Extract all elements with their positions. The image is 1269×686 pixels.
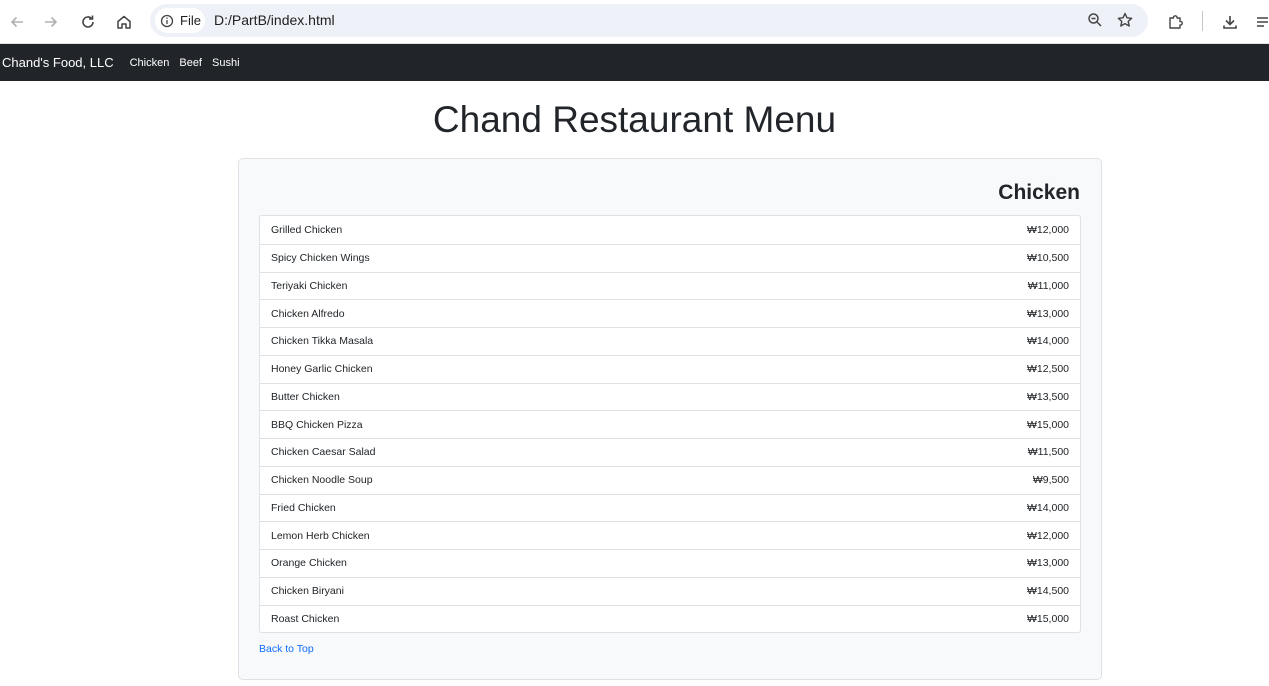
menu-item-price: ₩15,000 xyxy=(1026,612,1069,625)
menu-item-price: ₩12,000 xyxy=(1026,529,1069,542)
menu-item-row: Fried Chicken ₩14,000 xyxy=(260,493,1080,522)
address-bar[interactable]: File D:/PartB/index.html xyxy=(150,4,1148,37)
menu-item-row: Grilled Chicken ₩12,000 xyxy=(260,216,1080,244)
menu-item-name: Teriyaki Chicken xyxy=(271,279,348,292)
menu-item-name: BBQ Chicken Pizza xyxy=(271,418,363,431)
info-icon xyxy=(160,14,174,27)
menu-item-row: Butter Chicken ₩13,500 xyxy=(260,382,1080,411)
menu-item-row: Chicken Biryani ₩14,500 xyxy=(260,576,1080,605)
menu-item-price: ₩13,000 xyxy=(1026,557,1069,570)
menu-item-row: Spicy Chicken Wings ₩10,500 xyxy=(260,243,1080,272)
menu-item-name: Fried Chicken xyxy=(271,501,336,514)
menu-item-row: Roast Chicken ₩15,000 xyxy=(260,604,1080,633)
menu-item-name: Chicken Noodle Soup xyxy=(271,474,373,487)
page-title: Chand Restaurant Menu xyxy=(432,99,837,140)
zoom-icon xyxy=(1088,13,1102,27)
menu-item-price: ₩12,500 xyxy=(1026,363,1069,376)
puzzle-icon xyxy=(1169,15,1183,29)
back-to-top-link[interactable]: Back to Top xyxy=(259,643,314,655)
menu-item-price: ₩12,000 xyxy=(1026,223,1069,236)
zoom-button[interactable] xyxy=(1086,11,1104,34)
menu-item-price: ₩11,500 xyxy=(1027,446,1069,459)
menu-item-name: Chicken Alfredo xyxy=(271,307,345,320)
menu-item-row: Honey Garlic Chicken ₩12,500 xyxy=(260,354,1080,383)
arrow-left-icon xyxy=(10,16,23,28)
menu-item-row: Teriyaki Chicken ₩11,000 xyxy=(260,271,1080,300)
star-icon xyxy=(1117,12,1133,27)
browser-toolbar: File D:/PartB/index.html xyxy=(0,0,1269,44)
menu-item-price: ₩9,500 xyxy=(1032,474,1069,487)
reload-icon xyxy=(82,15,94,28)
menu-item-name: Butter Chicken xyxy=(271,390,340,403)
menu-item-price: ₩14,000 xyxy=(1026,501,1069,514)
home-button[interactable] xyxy=(110,8,138,36)
navbar-brand[interactable]: Chand's Food, LLC xyxy=(2,55,114,70)
home-icon xyxy=(117,15,131,29)
menu-item-name: Lemon Herb Chicken xyxy=(271,529,370,542)
menu-item-price: ₩10,500 xyxy=(1026,252,1069,265)
menu-button[interactable] xyxy=(1249,8,1269,36)
menu-item-price: ₩13,000 xyxy=(1026,307,1069,320)
downloads-button[interactable] xyxy=(1216,8,1244,36)
menu-item-name: Orange Chicken xyxy=(271,557,347,570)
menu-item-name: Roast Chicken xyxy=(271,612,340,625)
menu-list: Grilled Chicken ₩12,000 Spicy Chicken Wing… xyxy=(259,215,1081,634)
menu-item-price: ₩15,000 xyxy=(1026,418,1069,431)
nav-link-sushi[interactable]: Sushi xyxy=(212,57,240,69)
menu-item-price: ₩11,000 xyxy=(1027,279,1069,292)
reload-button[interactable] xyxy=(74,8,102,36)
menu-item-row: Chicken Tikka Masala ₩14,000 xyxy=(260,327,1080,355)
menu-item-name: Chicken Caesar Salad xyxy=(271,446,376,459)
site-info-chip[interactable]: File xyxy=(155,8,205,33)
menu-item-row: Chicken Noodle Soup ₩9,500 xyxy=(260,465,1080,494)
menu-item-name: Chicken Biryani xyxy=(271,585,344,598)
extensions-button[interactable] xyxy=(1162,8,1190,36)
toolbar-divider xyxy=(1202,11,1203,31)
site-navbar: Chand's Food, LLC Chicken Beef Sushi xyxy=(0,44,1269,81)
menu-item-name: Grilled Chicken xyxy=(271,223,343,236)
url-text[interactable]: D:/PartB/index.html xyxy=(214,12,335,28)
menu-item-row: Chicken Caesar Salad ₩11,500 xyxy=(260,438,1080,466)
menu-item-row: Chicken Alfredo ₩13,000 xyxy=(260,299,1080,327)
menu-item-price: ₩14,000 xyxy=(1026,335,1069,348)
menu-item-name: Chicken Tikka Masala xyxy=(271,335,374,348)
menu-item-row: BBQ Chicken Pizza ₩15,000 xyxy=(260,410,1080,438)
file-label: File xyxy=(180,13,201,28)
download-icon xyxy=(1223,16,1237,29)
menu-item-row: Orange Chicken ₩13,000 xyxy=(260,549,1080,577)
list-icon xyxy=(1257,17,1268,27)
forward-button[interactable] xyxy=(37,8,65,36)
menu-item-price: ₩14,500 xyxy=(1026,585,1069,598)
menu-item-name: Honey Garlic Chicken xyxy=(271,363,373,376)
arrow-right-icon xyxy=(45,16,58,28)
menu-section-card: Chicken Grilled Chicken ₩12,000 Spicy Chic… xyxy=(238,158,1102,680)
back-button[interactable] xyxy=(3,8,31,36)
bookmark-button[interactable] xyxy=(1116,11,1134,34)
menu-item-price: ₩13,500 xyxy=(1026,390,1069,403)
menu-item-row: Lemon Herb Chicken ₩12,000 xyxy=(260,521,1080,549)
menu-item-name: Spicy Chicken Wings xyxy=(271,252,370,265)
section-heading: Chicken xyxy=(998,181,1080,204)
nav-link-beef[interactable]: Beef xyxy=(179,57,202,69)
nav-link-chicken[interactable]: Chicken xyxy=(130,57,170,69)
